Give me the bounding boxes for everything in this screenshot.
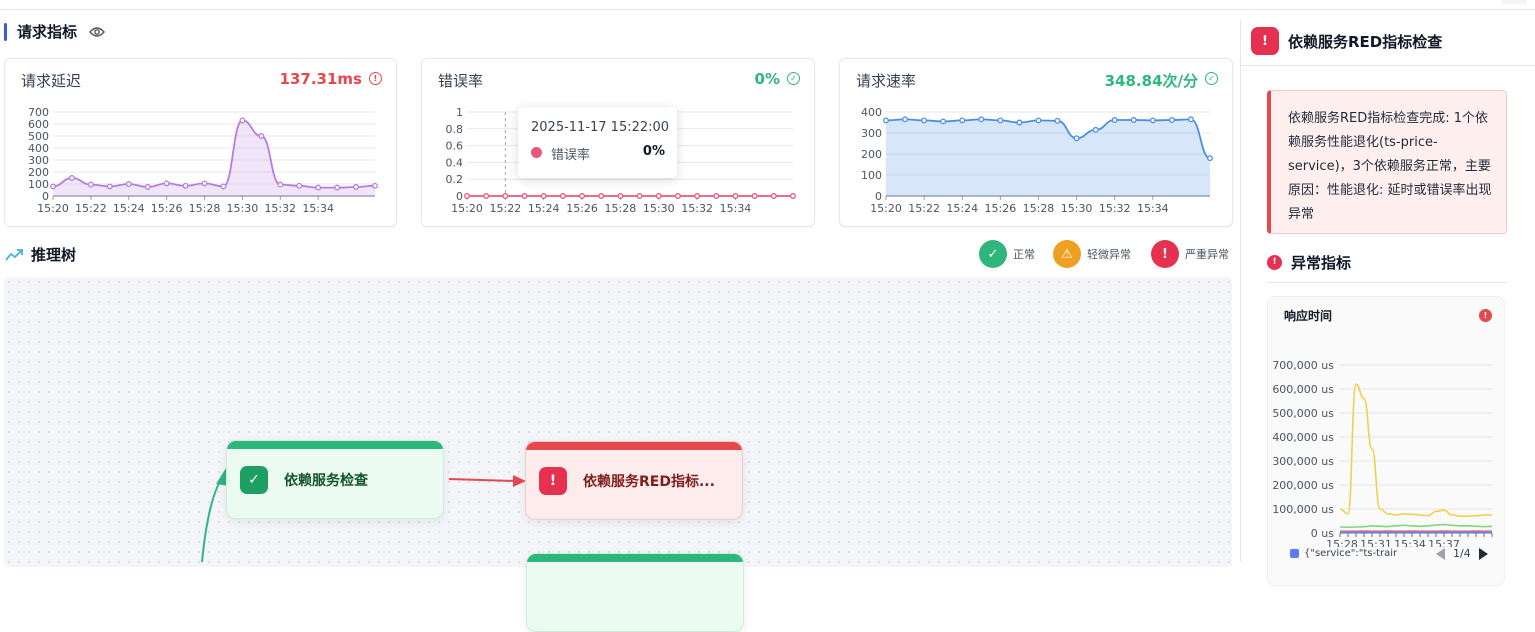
y-tick-label: 300,000 us bbox=[1272, 455, 1334, 468]
y-tick-label: 400,000 us bbox=[1272, 431, 1334, 444]
y-tick-label: 500,000 us bbox=[1272, 407, 1334, 420]
alert-icon: ! bbox=[1267, 255, 1282, 270]
edge-root-to-dependency bbox=[202, 478, 222, 562]
x-tick-label: 15:37 bbox=[1428, 538, 1460, 547]
node-status-bar bbox=[526, 442, 742, 450]
series-line bbox=[1340, 525, 1492, 528]
edge-dependency-to-red bbox=[449, 479, 515, 481]
legend-page: 1/4 bbox=[1453, 547, 1471, 560]
node-label: 依赖服务RED指标... bbox=[583, 471, 715, 491]
tree-node-partial[interactable] bbox=[526, 553, 744, 632]
legend-swatch bbox=[1290, 549, 1299, 558]
node-detail-panel: ! 依赖服务RED指标检查 依赖服务RED指标检查完成: 1个依赖服务性能退化(… bbox=[1240, 20, 1535, 562]
x-tick-label: 15:34 bbox=[1394, 538, 1426, 547]
x-tick-label: 15:28 bbox=[1326, 538, 1358, 547]
panel-header: ! 依赖服务RED指标检查 bbox=[1241, 20, 1535, 66]
next-page-icon[interactable] bbox=[1479, 548, 1488, 560]
anomaly-title: 异常指标 bbox=[1291, 252, 1351, 273]
prev-page-icon[interactable] bbox=[1436, 548, 1445, 560]
y-tick-label: 600,000 us bbox=[1272, 383, 1334, 396]
y-tick-label: 700,000 us bbox=[1272, 359, 1334, 372]
tree-node-dependency-check[interactable]: ✓ 依赖服务检查 bbox=[226, 440, 444, 519]
legend-series-label[interactable]: {"service":"ts-trair bbox=[1304, 548, 1412, 559]
series-line bbox=[1340, 384, 1492, 516]
analysis-message: 依赖服务RED指标检查完成: 1个依赖服务性能退化(ts-price-servi… bbox=[1267, 90, 1507, 234]
check-icon: ✓ bbox=[240, 466, 268, 494]
anomaly-metrics-header: ! 异常指标 bbox=[1267, 252, 1507, 283]
alert-icon: ! bbox=[539, 467, 567, 495]
response-time-card: 响应时间 ! 0 us100,000 us200,000 us300,000 u… bbox=[1267, 296, 1505, 586]
x-tick-label: 15:31 bbox=[1360, 538, 1392, 547]
node-status-bar bbox=[527, 554, 743, 562]
y-tick-label: 200,000 us bbox=[1272, 479, 1334, 492]
tree-node-red-metrics[interactable]: ! 依赖服务RED指标... bbox=[525, 441, 743, 520]
chart-legend: {"service":"ts-trair 1/4 bbox=[1290, 547, 1488, 560]
alert-icon: ! bbox=[1251, 27, 1279, 55]
panel-title: 依赖服务RED指标检查 bbox=[1288, 31, 1442, 52]
response-time-chart: 0 us100,000 us200,000 us300,000 us400,00… bbox=[1268, 297, 1506, 547]
node-status-bar bbox=[227, 441, 443, 449]
y-tick-label: 100,000 us bbox=[1272, 503, 1334, 516]
node-label: 依赖服务检查 bbox=[284, 470, 368, 490]
window-handle[interactable] bbox=[1501, 0, 1527, 4]
